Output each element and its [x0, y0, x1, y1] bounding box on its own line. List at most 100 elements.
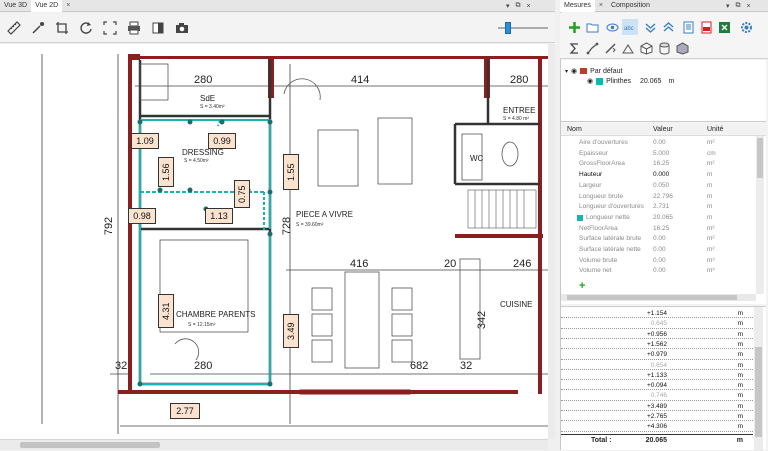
segment-row[interactable]: 0.654 m	[561, 361, 753, 370]
measure-tag[interactable]: 1.13	[205, 208, 233, 224]
property-row[interactable]: NetFloorArea 16.25 m²	[561, 224, 756, 234]
plan-canvas[interactable]: 280 414 280 792 728 416 20 246 32 280 68…	[0, 44, 548, 439]
property-row[interactable]: Hauteur 0.000 m	[561, 170, 756, 180]
column-header-value[interactable]: Valeur	[653, 126, 673, 133]
property-row[interactable]: Epaisseur 5.000 cm	[561, 149, 756, 159]
property-row[interactable]: Volume brute 0.00 m³	[561, 256, 756, 266]
segment-row[interactable]: +1.562 m	[561, 340, 753, 350]
eye-icon[interactable]	[604, 19, 620, 35]
eye-toggle-icon[interactable]: ◉	[587, 77, 593, 85]
document-icon[interactable]	[680, 19, 696, 35]
add-icon[interactable]	[566, 19, 582, 35]
measure-tag[interactable]: 0.75	[234, 180, 250, 208]
property-name: Volume net	[579, 267, 612, 275]
dim-text: 414	[351, 74, 370, 86]
property-row[interactable]: Surface latérale brute 0.00 m²	[561, 234, 756, 244]
property-row[interactable]: GrossFloorArea 16.25 m²	[561, 159, 756, 169]
sum-icon[interactable]	[566, 40, 582, 56]
canvas-horizontal-scrollbar[interactable]	[0, 439, 548, 450]
expand-icon[interactable]	[642, 19, 658, 35]
tab-2d-close-button[interactable]: ×	[62, 0, 74, 12]
properties-horizontal-scrollbar[interactable]	[561, 294, 756, 301]
segment-row[interactable]: +0.979 m	[561, 350, 753, 360]
property-row[interactable]: Volume net 0.00 m³	[561, 266, 756, 276]
chevron-down-icon[interactable]: ▾	[565, 68, 568, 75]
segment-row[interactable]: +0.094 m	[561, 381, 753, 391]
scrollbar-thumb[interactable]	[755, 347, 762, 437]
segment-row[interactable]: +1.154 m	[561, 309, 753, 319]
tab-label: Composition	[610, 1, 650, 9]
properties-grid: Nom Valeur Unité Aire d'ouvertures 0.00 m²…	[561, 124, 766, 304]
segment-value: +1.562	[646, 340, 667, 348]
property-row[interactable]: Longueur nette 20.065 m	[561, 213, 756, 223]
property-row[interactable]: Largeur 0.050 m	[561, 181, 756, 191]
segment-unit: m	[737, 371, 743, 379]
tree-group-row[interactable]: ▾ ◉ Par défaut	[565, 66, 622, 76]
tree-measure-row[interactable]: ◉ Plinthes 20.065 m	[587, 76, 674, 86]
tree-group-label: Par défaut	[590, 67, 623, 75]
measure-tag[interactable]: 0.99	[208, 133, 236, 149]
tab-mesures-close-button[interactable]: ×	[595, 0, 607, 12]
fit-icon[interactable]	[100, 18, 120, 38]
add-property-icon[interactable]: +	[579, 280, 585, 292]
tab-3d-view[interactable]: Vue 3D	[0, 0, 31, 12]
menu-dropdown-icon[interactable]: ▾	[726, 2, 730, 10]
segment-row[interactable]: +1.133 m	[561, 371, 753, 381]
tab-mesures[interactable]: Mesures	[560, 0, 595, 12]
measure-tag[interactable]: 1.09	[131, 133, 159, 149]
canvas-vertical-scrollbar[interactable]	[548, 44, 555, 439]
property-row[interactable]: Longueur d'ouvertures 2.731 m	[561, 202, 756, 212]
measure-tag[interactable]: 1.55	[283, 154, 299, 190]
measures-vertical-scrollbar[interactable]	[754, 307, 763, 451]
property-row[interactable]: Aire d'ouvertures 0.00 m²	[561, 138, 756, 148]
camera-icon[interactable]	[172, 18, 192, 38]
path-icon[interactable]	[584, 40, 600, 56]
segment-row[interactable]: 0.645 m	[561, 319, 753, 329]
folder-icon[interactable]	[584, 19, 600, 35]
cube-icon[interactable]	[638, 40, 654, 56]
measure-tool-icon[interactable]	[602, 40, 618, 56]
measure-tag[interactable]: 4.31	[158, 294, 174, 328]
property-row[interactable]: Surface latérale nette 0.00 m²	[561, 245, 756, 255]
print-icon[interactable]	[124, 18, 144, 38]
pdf-icon[interactable]	[698, 19, 714, 35]
segment-row[interactable]: 0.746 m	[561, 391, 753, 401]
segment-row[interactable]: +3.489 m	[561, 402, 753, 412]
float-window-icon[interactable]: ⧉	[736, 2, 741, 10]
segment-row[interactable]: +4.306 m	[561, 422, 753, 432]
eye-toggle-icon[interactable]: ◉	[571, 67, 577, 75]
measure-tag[interactable]: 2.77	[170, 403, 200, 419]
abc-icon[interactable]: abc	[622, 19, 638, 35]
menu-dropdown-icon[interactable]: ▾	[506, 2, 510, 10]
measure-tag[interactable]: 1.56	[158, 157, 174, 187]
segment-row[interactable]: +0.956 m	[561, 330, 753, 339]
tab-2d-view[interactable]: Vue 2D	[31, 0, 63, 12]
segment-measures-list: +1.154 m 0.645 m +0.956 m +1.562 m +0.979 m 0.654 m…	[561, 306, 766, 451]
zoom-slider-handle[interactable]	[505, 22, 511, 34]
column-header-name[interactable]: Nom	[567, 126, 582, 133]
segment-row[interactable]: +2.765 m	[561, 412, 753, 422]
scrollbar-thumb[interactable]	[567, 295, 737, 300]
measure-tag[interactable]: 3.49	[283, 314, 299, 348]
crop-icon[interactable]	[52, 18, 72, 38]
column-header-unit[interactable]: Unité	[707, 126, 723, 133]
properties-vertical-scrollbar[interactable]	[756, 136, 764, 294]
property-row[interactable]: Longueur brute 22.796 m	[561, 192, 756, 202]
measure-tag[interactable]: 0.98	[128, 208, 156, 224]
scrollbar-thumb[interactable]	[757, 138, 763, 178]
contrast-icon[interactable]	[148, 18, 168, 38]
tab-composition[interactable]: Composition	[607, 0, 654, 12]
excel-icon[interactable]	[716, 19, 732, 35]
settings-icon[interactable]	[738, 19, 754, 35]
eyedropper-icon[interactable]	[28, 18, 48, 38]
rotate-icon[interactable]	[76, 18, 96, 38]
box-icon[interactable]	[674, 40, 690, 56]
ruler-icon[interactable]	[4, 18, 24, 38]
close-window-icon[interactable]: ×	[747, 3, 751, 10]
shapes-icon[interactable]	[620, 40, 636, 56]
cylinder-icon[interactable]	[656, 40, 672, 56]
close-window-icon[interactable]: ×	[527, 3, 531, 10]
scrollbar-thumb[interactable]	[20, 442, 160, 448]
float-window-icon[interactable]: ⧉	[516, 2, 521, 10]
collapse-icon[interactable]	[660, 19, 676, 35]
